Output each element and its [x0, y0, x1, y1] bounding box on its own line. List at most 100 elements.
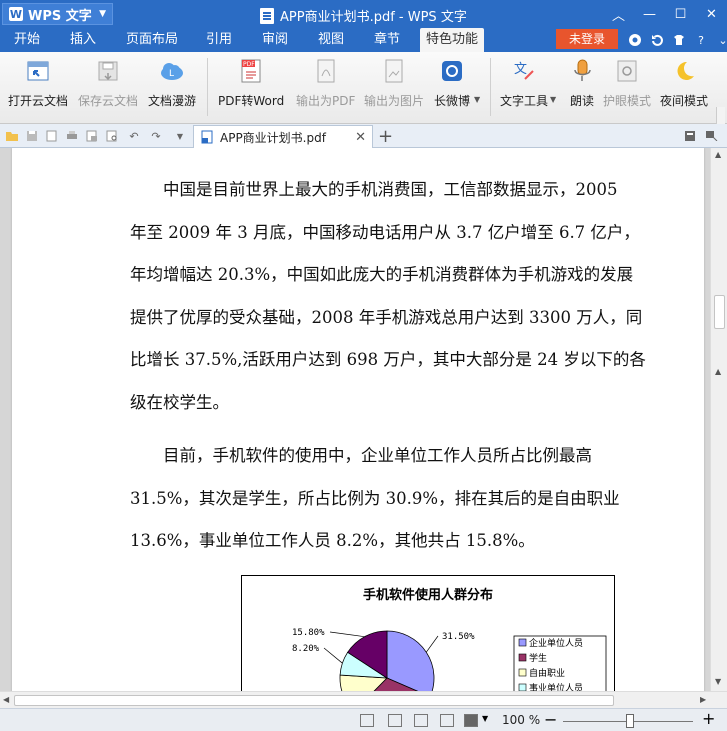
menu-item-references[interactable]: 引用	[200, 28, 238, 52]
web-view-icon[interactable]	[440, 714, 454, 727]
legend-swatch	[518, 653, 527, 662]
export-pdf-button[interactable]: 输出为PDF	[296, 58, 355, 118]
menu-item-view[interactable]: 视图	[312, 28, 350, 52]
menu-item-insert[interactable]: 插入	[64, 28, 102, 52]
close-tab-icon[interactable]: ✕	[355, 130, 366, 145]
scroll-down-icon[interactable]: ▼	[715, 677, 721, 686]
ribbon-toolbar: 打开云文档 保存云文档 L 文档漫游 PDF PDF转Word 输出为PDF 输…	[0, 52, 727, 172]
preview-icon[interactable]	[104, 128, 120, 144]
document-page[interactable]: 中国是目前世界上最大的手机消费国，工信部数据显示，2005 年至 2009 年 …	[12, 148, 704, 691]
menu-item-start[interactable]: 开始	[8, 28, 46, 52]
pdf-to-word-icon: PDF	[237, 58, 265, 84]
long-weibo-button[interactable]: 长微博	[434, 58, 470, 118]
shirt-icon[interactable]	[670, 31, 688, 49]
ribbon-separator	[490, 58, 491, 116]
read-aloud-button[interactable]: 朗读	[568, 58, 596, 118]
chevron-down-icon[interactable]: ▼	[474, 95, 480, 104]
text-line: 31.5%，其次是学生，所占比例为 30.9%，排在其后的是自由职业	[130, 488, 620, 508]
maximize-button[interactable]: ☐	[665, 0, 696, 28]
paragraph-1: 中国是目前世界上最大的手机消费国，工信部数据显示，2005 年至 2009 年 …	[130, 169, 692, 425]
tab-list-icon[interactable]	[682, 128, 698, 144]
vertical-scroll-thumb[interactable]	[714, 295, 725, 329]
menu-item-review[interactable]: 审阅	[256, 28, 294, 52]
print-icon[interactable]	[64, 128, 80, 144]
menu-item-special-features[interactable]: 特色功能	[420, 28, 485, 52]
document-file-icon	[201, 130, 213, 144]
svg-text:文: 文	[514, 62, 527, 77]
scroll-left-icon[interactable]: ◀	[3, 695, 9, 704]
horizontal-scroll-thumb[interactable]	[14, 695, 614, 706]
undo-icon[interactable]: ↶	[126, 128, 142, 144]
help-icon[interactable]: ?	[692, 31, 710, 49]
export-image-button[interactable]: 输出为图片	[364, 58, 424, 118]
cloud-roam-icon: L	[158, 58, 186, 84]
read-aloud-icon	[568, 58, 596, 84]
export-icon[interactable]	[44, 128, 60, 144]
tab-options-icon[interactable]	[704, 128, 720, 144]
text-line: 13.6%，事业单位工作人员 8.2%，其他共占 15.8%。	[130, 531, 535, 551]
night-mode-button[interactable]: 夜间模式	[660, 58, 708, 118]
cloud-roam-button[interactable]: L 文档漫游	[148, 58, 196, 118]
document-area[interactable]: 中国是目前世界上最大的手机消费国，工信部数据显示，2005 年至 2009 年 …	[0, 148, 710, 691]
wps-app-menu-button[interactable]: W WPS 文字 ▼	[2, 3, 113, 25]
text-line: 目前，手机软件的使用中，企业单位工作人员所占比例最高	[163, 446, 592, 465]
pdf-to-word-button[interactable]: PDF PDF转Word	[218, 58, 284, 118]
text-line: 比增长 37.5%,活跃用户达到 698 万户，其中大部分是 24 岁以下的各	[130, 350, 646, 370]
chevron-down-icon: ▼	[99, 9, 106, 19]
text-tools-button[interactable]: 文 文字工具	[500, 58, 548, 118]
data-label: 8.20%	[292, 644, 320, 654]
scroll-up-icon[interactable]: ▲	[715, 367, 721, 376]
ribbon-collapse-icon[interactable]: ︿	[603, 0, 634, 28]
text-line: 年均增幅达 20.3%，中国如此庞大的手机消费群体为手机游戏的发展	[130, 265, 634, 285]
page-view-icon[interactable]	[388, 714, 402, 727]
minimize-button[interactable]: —	[634, 0, 665, 28]
skin-icon[interactable]	[626, 31, 644, 49]
close-button[interactable]: ✕	[696, 0, 727, 28]
menu-bar: 开始 插入 页面布局 引用 审阅 视图 章节 特色功能 未登录 ? ⌄	[0, 28, 727, 52]
redo-icon[interactable]: ↷	[148, 128, 164, 144]
chevron-down-icon[interactable]: ▼	[482, 714, 488, 723]
data-label: 31.50%	[442, 632, 475, 642]
horizontal-scrollbar[interactable]: ◀ ▶	[0, 691, 727, 708]
new-tab-button[interactable]: +	[378, 126, 393, 147]
long-weibo-icon	[438, 58, 466, 84]
save-icon[interactable]	[24, 128, 40, 144]
fit-page-icon[interactable]	[360, 714, 374, 727]
export-pdf-icon	[312, 58, 340, 84]
scroll-up-icon[interactable]: ▲	[715, 150, 721, 159]
zoom-slider-thumb[interactable]	[626, 714, 634, 728]
text-line: 提供了优厚的受众基础，2008 年手机游戏总用户达到 3300 万人，同	[130, 307, 643, 327]
zoom-out-button[interactable]: −	[544, 710, 557, 729]
open-cloud-doc-button[interactable]: 打开云文档	[8, 58, 68, 118]
vertical-scrollbar[interactable]: ▲ ▲ ▼	[710, 148, 727, 691]
text-line: 级在校学生。	[130, 392, 229, 412]
chevron-down-icon[interactable]: ▼	[550, 95, 556, 104]
chart-title: 手机软件使用人群分布	[363, 587, 493, 603]
refresh-icon[interactable]	[648, 31, 666, 49]
menu-item-chapter[interactable]: 章节	[368, 28, 406, 52]
legend-entry: 事业单位人员	[529, 682, 583, 691]
scroll-right-icon[interactable]: ▶	[700, 695, 706, 704]
legend-swatch	[518, 683, 527, 691]
app-name: WPS 文字	[28, 8, 92, 24]
print-preview-icon[interactable]	[84, 128, 100, 144]
eye-care-button[interactable]: 护眼模式	[603, 58, 651, 118]
open-cloud-doc-icon	[24, 58, 52, 84]
open-folder-icon[interactable]	[4, 128, 20, 144]
menu-item-page-layout[interactable]: 页面布局	[120, 28, 184, 52]
document-file-icon	[260, 7, 274, 24]
reading-view-icon[interactable]	[464, 714, 478, 727]
paragraph-2: 目前，手机软件的使用中，企业单位工作人员所占比例最高 31.5%，其次是学生，所…	[130, 435, 692, 563]
outline-view-icon[interactable]	[414, 714, 428, 727]
chevron-down-icon[interactable]: ▼	[172, 128, 188, 144]
pie-chart[interactable]: 手机软件使用人群分布 企业单位人员学生自由职业事业单位人员其他 31.50%15…	[241, 575, 615, 691]
tab-document[interactable]: APP商业计划书.pdf ✕	[193, 125, 373, 148]
data-label-leader	[329, 631, 365, 638]
login-button[interactable]: 未登录	[556, 29, 618, 49]
save-cloud-doc-button[interactable]: 保存云文档	[78, 58, 138, 118]
chevron-down-icon[interactable]: ⌄	[714, 31, 727, 49]
status-bar: ▼ 100 % − +	[0, 708, 727, 731]
tab-bar: ↶ ↷ ▼ APP商业计划书.pdf ✕ +	[0, 124, 727, 148]
zoom-in-button[interactable]: +	[702, 709, 715, 728]
title-bar: W WPS 文字 ▼ APP商业计划书.pdf - WPS 文字 ︿ — ☐ ✕	[0, 0, 727, 28]
